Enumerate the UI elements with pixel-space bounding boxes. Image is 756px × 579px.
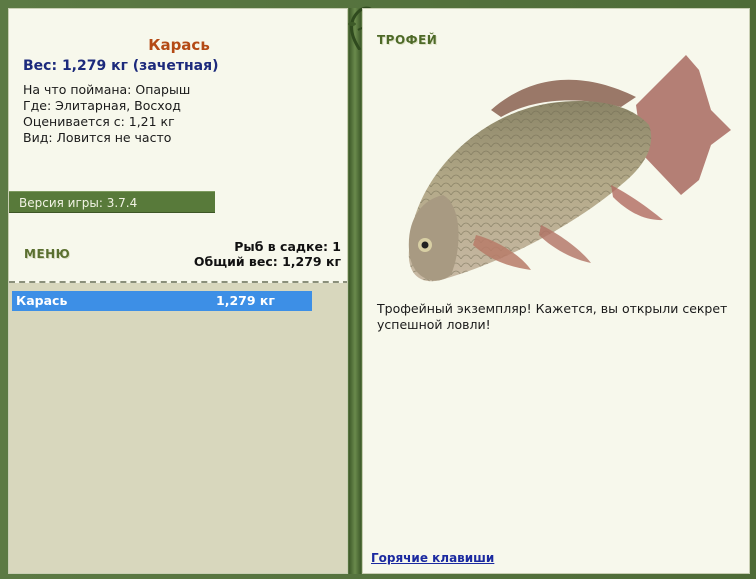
catch-info: На что поймана: Опарыш Где: Элитарная, В… xyxy=(23,82,190,146)
location-line: Где: Элитарная, Восход xyxy=(23,98,181,113)
fish-list: Карась 1,279 кг xyxy=(9,283,347,573)
catch-panel: Карась Вес: 1,279 кг (зачетная) На что п… xyxy=(8,8,348,574)
list-item-name: Карась xyxy=(16,293,68,308)
keep-count: Рыб в садке: 1 xyxy=(234,239,341,254)
valued-line: Оценивается с: 1,21 кг xyxy=(23,114,175,129)
panel-divider xyxy=(349,8,361,574)
trophy-panel: ТРОФЕЙ Трофейный экземпляр! Кажется, вы … xyxy=(362,8,750,574)
fish-weight: Вес: 1,279 кг (зачетная) xyxy=(23,58,219,74)
trophy-text: Трофейный экземпляр! Кажется, вы открыли… xyxy=(377,301,728,332)
fish-image xyxy=(408,55,731,282)
list-item-weight: 1,279 кг xyxy=(216,293,275,308)
trophy-label: ТРОФЕЙ xyxy=(377,33,438,47)
hotkeys-link[interactable]: Горячие клавиши xyxy=(371,551,494,565)
view-line: Вид: Ловится не часто xyxy=(23,130,172,145)
fish-title: Карась xyxy=(148,36,210,54)
menu-button[interactable]: МЕНЮ xyxy=(24,247,70,261)
keep-stats: Рыб в садке: 1 Общий вес: 1,279 кг xyxy=(194,239,341,269)
version-bar: Версия игры: 3.7.4 xyxy=(9,191,215,213)
bait-line: На что поймана: Опарыш xyxy=(23,82,191,97)
keep-total-weight: Общий вес: 1,279 кг xyxy=(193,254,341,269)
list-item[interactable]: Карась 1,279 кг xyxy=(12,291,312,311)
